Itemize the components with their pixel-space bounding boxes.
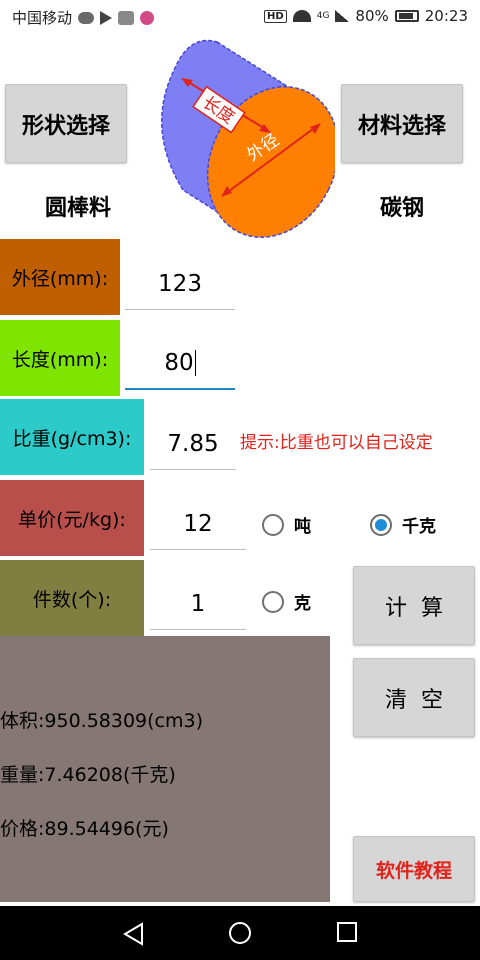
radio-circle-selected [370, 513, 392, 536]
tutorial-button[interactable]: 软件教程 [353, 836, 475, 902]
status-bar: 中国移动 HD 4G 80% 20:23 [0, 0, 480, 33]
radio-label: 吨 [294, 517, 311, 537]
result-panel: 体积:950.58309(cm3) 重量:7.46208(千克) 价格:89.5… [0, 636, 330, 902]
selected-material: 碳钢 [379, 196, 424, 221]
calculate-button[interactable]: 计算 [353, 566, 475, 645]
result-price: 价格:89.54496(元) [0, 818, 169, 840]
signal-icon [335, 10, 350, 22]
density-hint: 提示:比重也可以自己设定 [240, 433, 433, 453]
length-input[interactable]: 80 [125, 326, 235, 390]
text-cursor [194, 350, 196, 376]
wechat-icon [78, 11, 95, 24]
carrier-name: 中国移动 [12, 9, 73, 27]
network-type: 4G [316, 11, 330, 21]
quantity-label-box: 件数(个): [0, 560, 144, 636]
quantity-input[interactable]: 1 [150, 566, 246, 630]
back-icon[interactable] [122, 922, 144, 946]
diameter-label-box: 外径(mm): [0, 239, 120, 315]
battery-percent: 80% [355, 7, 389, 25]
cylinder-diagram: 长度 外径 [161, 39, 335, 238]
hd-badge: HD [264, 9, 287, 23]
unit-radio-ton[interactable]: 吨 [262, 512, 311, 537]
radio-circle [262, 513, 284, 536]
recent-apps-icon[interactable] [337, 922, 357, 942]
length-label-box: 长度(mm): [0, 320, 120, 396]
material-select-button[interactable]: 材料选择 [341, 84, 463, 163]
result-volume: 体积:950.58309(cm3) [0, 710, 204, 732]
home-icon[interactable] [229, 922, 251, 944]
radio-circle [262, 590, 284, 613]
radio-label: 克 [294, 594, 311, 614]
diameter-input[interactable]: 123 [125, 246, 235, 310]
clock: 20:23 [424, 7, 468, 25]
result-weight: 重量:7.46208(千克) [0, 764, 176, 786]
length-input-value: 80 [164, 350, 194, 376]
clear-button[interactable]: 清空 [353, 658, 475, 737]
unit-radio-gram[interactable]: 克 [262, 589, 311, 614]
shape-select-button[interactable]: 形状选择 [5, 84, 127, 163]
battery-icon [394, 10, 419, 22]
radio-label: 千克 [402, 517, 436, 537]
density-label-box: 比重(g/cm3): [0, 399, 144, 475]
density-input[interactable]: 7.85 [150, 406, 236, 470]
app-icon [118, 10, 135, 25]
wifi-icon [292, 10, 311, 22]
navigation-bar [0, 906, 480, 960]
selected-shape: 圆棒料 [44, 196, 111, 221]
play-icon [100, 10, 113, 25]
unit-price-input[interactable]: 12 [150, 486, 246, 550]
app-notification-icon [140, 10, 155, 25]
unit-radio-kg[interactable]: 千克 [370, 512, 436, 537]
unit-price-label-box: 单价(元/kg): [0, 480, 144, 556]
